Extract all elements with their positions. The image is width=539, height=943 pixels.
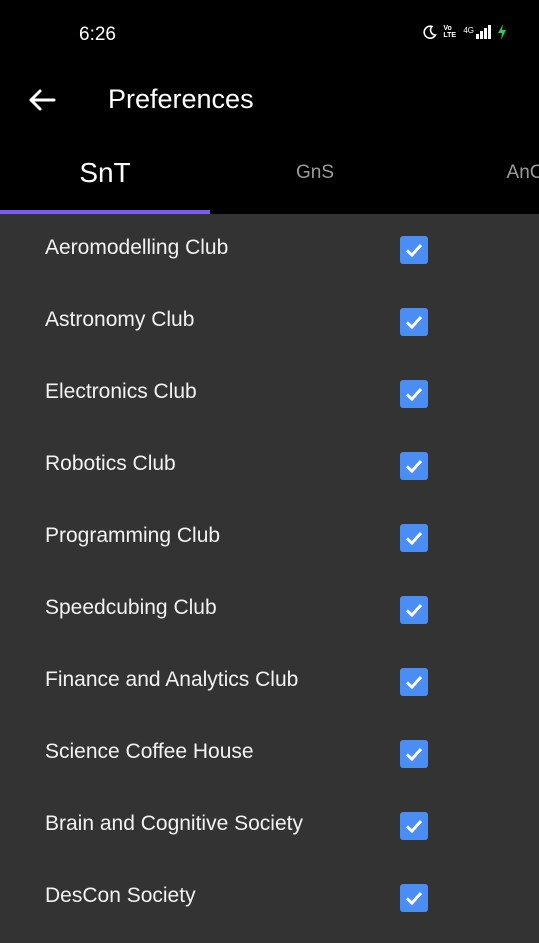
club-checkbox[interactable] <box>400 452 428 480</box>
charging-icon <box>498 24 506 40</box>
volte-icon: Vo LTE <box>443 25 457 39</box>
check-icon <box>405 531 423 546</box>
check-icon <box>405 243 423 258</box>
club-checkbox[interactable] <box>400 668 428 696</box>
list-item[interactable]: Astronomy Club <box>0 286 539 358</box>
check-icon <box>405 315 423 330</box>
club-checkbox[interactable] <box>400 236 428 264</box>
check-icon <box>405 747 423 762</box>
check-icon <box>405 891 423 906</box>
club-checkbox[interactable] <box>400 884 428 912</box>
club-label: Astronomy Club <box>45 308 195 331</box>
club-checkbox[interactable] <box>400 596 428 624</box>
list-item[interactable]: Robotics Club <box>0 430 539 502</box>
club-label: Robotics Club <box>45 452 176 475</box>
check-icon <box>405 675 423 690</box>
club-label: Aeromodelling Club <box>45 236 229 259</box>
arrow-left-icon <box>29 89 56 111</box>
signal-bar <box>476 34 479 39</box>
signal-bar <box>484 28 487 39</box>
network-type: 4G <box>463 26 474 35</box>
check-icon <box>405 459 423 474</box>
status-icons: Vo LTE 4G <box>423 24 507 40</box>
club-label: Finance and Analytics Club <box>45 668 299 691</box>
moon-icon <box>423 25 438 39</box>
check-icon <box>405 603 423 618</box>
list-item[interactable]: Finance and Analytics Club <box>0 646 539 718</box>
check-icon <box>405 387 423 402</box>
check-icon <box>405 819 423 834</box>
list-item[interactable]: Programming Club <box>0 502 539 574</box>
volte-line1: Vo <box>443 25 452 32</box>
club-label: Science Coffee House <box>45 740 254 763</box>
list-item[interactable]: Brain and Cognitive Society <box>0 790 539 862</box>
club-label: Electronics Club <box>45 380 197 403</box>
list-item[interactable]: DesCon Society <box>0 862 539 934</box>
club-list: Aeromodelling Club Astronomy Club Electr… <box>0 214 539 934</box>
list-item[interactable]: Electronics Club <box>0 358 539 430</box>
tab-gns[interactable]: GnS <box>210 134 420 211</box>
club-checkbox[interactable] <box>400 812 428 840</box>
club-checkbox[interactable] <box>400 524 428 552</box>
club-checkbox[interactable] <box>400 308 428 336</box>
tab-anc[interactable]: AnC <box>420 134 539 211</box>
app-bar: Preferences <box>0 68 539 134</box>
club-checkbox[interactable] <box>400 740 428 768</box>
list-item[interactable]: Speedcubing Club <box>0 574 539 646</box>
signal-icon: 4G <box>463 25 491 39</box>
tab-bar: SnT GnS AnC <box>0 134 539 214</box>
club-label: Brain and Cognitive Society <box>45 812 303 835</box>
club-label: Speedcubing Club <box>45 596 217 619</box>
volte-line2: LTE <box>443 32 457 39</box>
status-time: 6:26 <box>79 24 116 45</box>
club-label: DesCon Society <box>45 884 196 907</box>
club-label: Programming Club <box>45 524 221 547</box>
signal-bar <box>480 31 483 39</box>
tab-snt[interactable]: SnT <box>0 134 210 211</box>
back-button[interactable] <box>22 82 62 118</box>
list-item[interactable]: Aeromodelling Club <box>0 214 539 286</box>
page-title: Preferences <box>108 84 254 114</box>
club-checkbox[interactable] <box>400 380 428 408</box>
list-item[interactable]: Science Coffee House <box>0 718 539 790</box>
signal-bar <box>488 25 491 39</box>
status-bar: 6:26 Vo LTE 4G <box>0 0 539 68</box>
